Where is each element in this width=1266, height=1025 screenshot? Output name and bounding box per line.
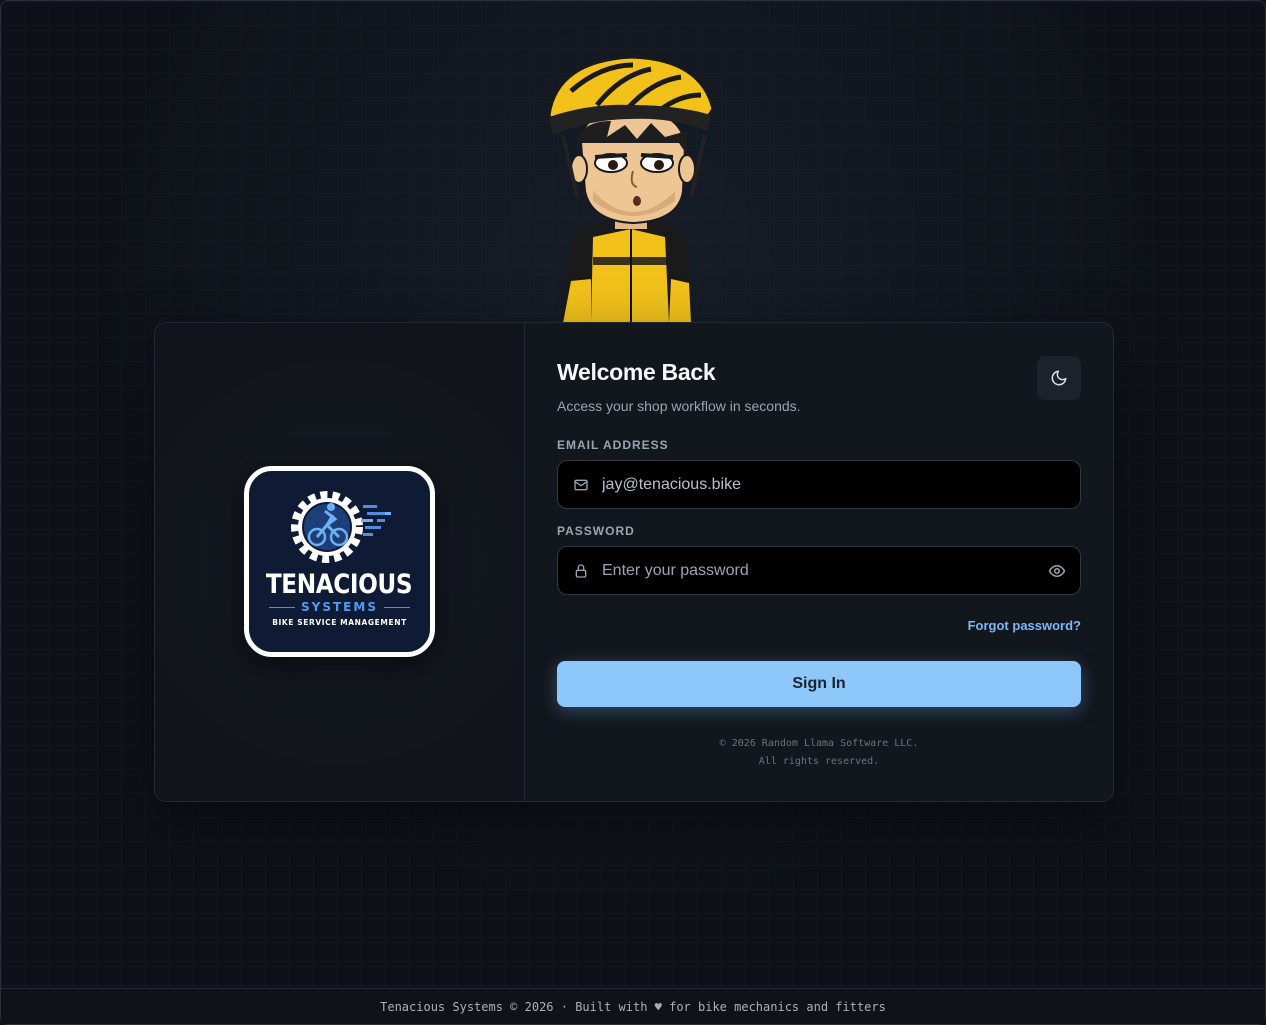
brand-name: TENACIOUS <box>266 569 413 600</box>
brand-sub-row: SYSTEMS <box>269 600 410 614</box>
copyright-line-1: © 2026 Random Llama Software LLC. <box>719 738 919 749</box>
brand-sub: SYSTEMS <box>301 600 378 614</box>
email-field-wrapper <box>557 460 1081 509</box>
page-title: Welcome Back <box>557 359 716 385</box>
mail-icon <box>572 476 590 494</box>
copyright: © 2026 Random Llama Software LLC. All ri… <box>557 735 1081 771</box>
password-field-wrapper <box>557 546 1081 595</box>
email-label: EMAIL ADDRESS <box>557 438 669 452</box>
copyright-line-2: All rights reserved. <box>758 756 880 767</box>
brand-tagline: BIKE SERVICE MANAGEMENT <box>272 618 407 627</box>
theme-toggle-button[interactable] <box>1037 356 1081 400</box>
eye-icon[interactable] <box>1048 562 1066 580</box>
lock-icon <box>572 562 590 580</box>
password-label: PASSWORD <box>557 524 635 538</box>
login-card: TENACIOUS SYSTEMS BIKE SERVICE MANAGEMEN… <box>154 322 1114 802</box>
sign-in-button[interactable]: Sign In <box>557 661 1081 707</box>
password-field[interactable] <box>602 561 1048 580</box>
forgot-password-link[interactable]: Forgot password? <box>968 618 1081 633</box>
page-footer: Tenacious Systems © 2026 · Built with ♥ … <box>1 988 1265 1024</box>
moon-icon <box>1051 370 1067 386</box>
divider <box>269 606 296 608</box>
email-field[interactable] <box>602 475 1066 494</box>
cyclist-gear-icon <box>290 491 391 563</box>
page-subtitle: Access your shop workflow in seconds. <box>557 398 801 414</box>
login-page: TENACIOUS SYSTEMS BIKE SERVICE MANAGEMEN… <box>0 0 1266 1025</box>
login-form: Welcome Back Access your shop workflow i… <box>525 323 1113 801</box>
forgot-row: Forgot password? <box>557 617 1081 635</box>
divider <box>383 606 410 608</box>
brand-panel: TENACIOUS SYSTEMS BIKE SERVICE MANAGEMEN… <box>155 323 525 801</box>
cyclist-mascot-image <box>547 55 715 323</box>
brand-logo: TENACIOUS SYSTEMS BIKE SERVICE MANAGEMEN… <box>244 466 435 657</box>
